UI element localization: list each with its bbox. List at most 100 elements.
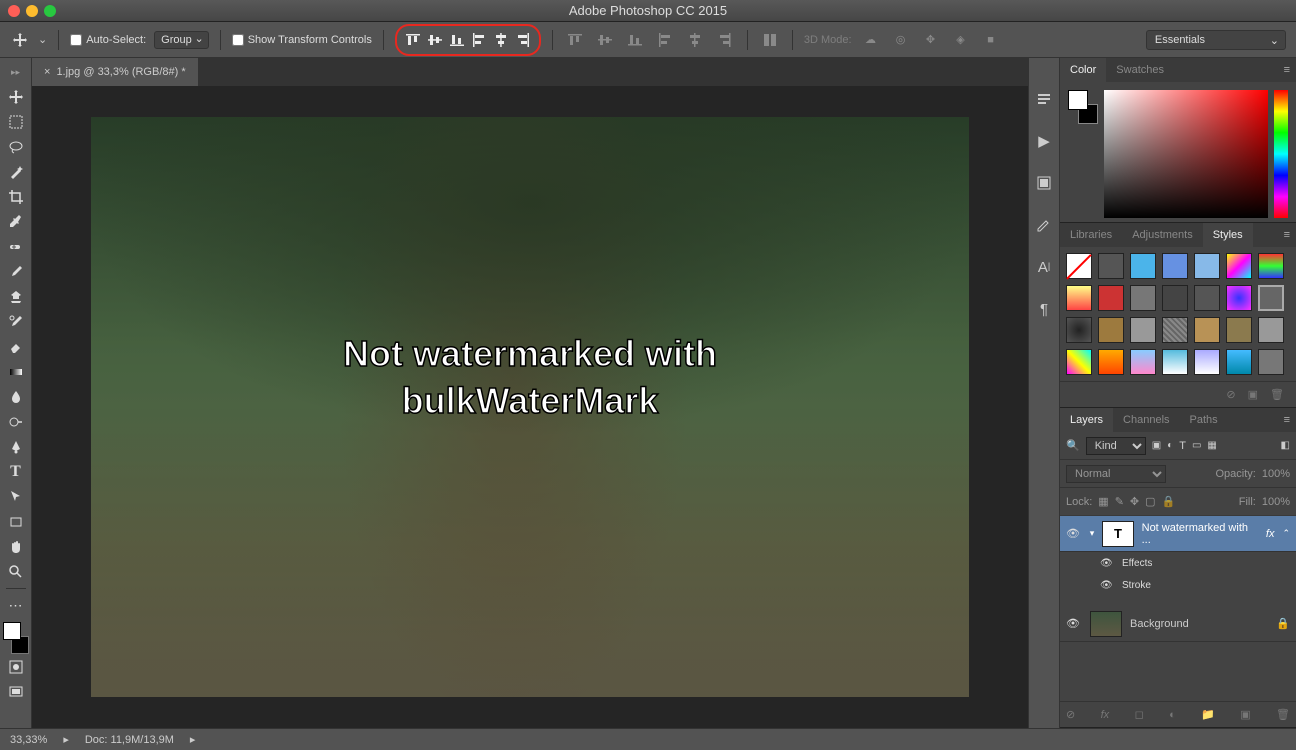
edit-toolbar-button[interactable]: ⋯ [3, 593, 29, 617]
style-swatch[interactable] [1226, 253, 1252, 279]
style-swatch[interactable] [1194, 285, 1220, 311]
blend-mode-select[interactable]: Normal [1066, 465, 1166, 483]
document-size[interactable]: Doc: 11,9M/13,9M [85, 734, 174, 746]
minimize-window-button[interactable] [26, 5, 38, 17]
clone-stamp-tool[interactable] [3, 285, 29, 309]
style-swatch[interactable] [1130, 317, 1156, 343]
toolbox-collapse-icon[interactable]: ▸▸ [3, 60, 29, 84]
layer-thumbnail[interactable] [1090, 611, 1122, 637]
brush-tool[interactable] [3, 260, 29, 284]
color-field[interactable] [1104, 90, 1268, 218]
layer-thumbnail[interactable]: T [1102, 521, 1133, 547]
eraser-tool[interactable] [3, 335, 29, 359]
style-swatch[interactable] [1066, 285, 1092, 311]
blur-tool[interactable] [3, 385, 29, 409]
marquee-tool[interactable] [3, 110, 29, 134]
lock-transparency-icon[interactable]: ▦ [1098, 495, 1108, 508]
filter-type-layer-icon[interactable]: T [1179, 440, 1186, 452]
layer-mask-icon[interactable]: ◻ [1135, 708, 1144, 721]
layer-effects-row[interactable]: 👁 Effects [1060, 552, 1296, 574]
new-layer-icon[interactable]: ▣ [1240, 708, 1250, 721]
color-panel-fg-bg[interactable] [1068, 90, 1098, 124]
align-vertical-centers-button[interactable] [424, 29, 446, 51]
status-expand-icon[interactable]: ▸ [63, 733, 69, 746]
layer-group-icon[interactable]: 📁 [1201, 708, 1215, 721]
style-swatch[interactable] [1162, 253, 1188, 279]
style-swatch[interactable] [1226, 317, 1252, 343]
visibility-toggle-icon[interactable]: 👁 [1066, 617, 1082, 630]
rectangle-tool[interactable] [3, 510, 29, 534]
color-panel-menu-icon[interactable]: ≡ [1278, 58, 1296, 82]
visibility-toggle-icon[interactable]: 👁 [1100, 580, 1116, 591]
lock-pixels-icon[interactable]: ✎ [1115, 495, 1124, 508]
canvas-text-layer[interactable]: Not watermarked with bulkWaterMark [343, 331, 717, 425]
style-swatch[interactable] [1098, 317, 1124, 343]
pen-tool[interactable] [3, 435, 29, 459]
delete-style-icon[interactable]: 🗑 [1270, 388, 1284, 401]
eyedropper-tool[interactable] [3, 210, 29, 234]
style-swatch[interactable] [1162, 285, 1188, 311]
style-swatch[interactable] [1226, 349, 1252, 375]
style-swatch[interactable] [1162, 317, 1188, 343]
style-swatch[interactable] [1258, 349, 1284, 375]
quick-mask-button[interactable] [3, 655, 29, 679]
hue-slider[interactable] [1274, 90, 1288, 218]
adjustment-layer-icon[interactable]: ◐ [1169, 709, 1176, 721]
filter-smart-icon[interactable]: ▦ [1207, 440, 1216, 451]
style-swatch[interactable] [1194, 317, 1220, 343]
auto-select-mode-select[interactable]: Group [154, 31, 209, 49]
no-style-icon[interactable]: ⊘ [1226, 388, 1235, 401]
style-swatch[interactable] [1258, 317, 1284, 343]
lock-artboard-icon[interactable]: ▢ [1145, 495, 1155, 508]
filter-type-icon[interactable]: 🔍 [1066, 439, 1080, 452]
filter-pixel-icon[interactable]: ▣ [1152, 440, 1161, 451]
chevron-down-icon[interactable]: ⌄ [38, 33, 47, 46]
lock-icon[interactable]: 🔒 [1276, 617, 1290, 630]
style-swatch[interactable] [1130, 253, 1156, 279]
opacity-value[interactable]: 100% [1262, 468, 1290, 480]
magic-wand-tool[interactable] [3, 160, 29, 184]
new-style-icon[interactable]: ▣ [1248, 388, 1258, 401]
layer-item-background[interactable]: 👁 Background 🔒 [1060, 606, 1296, 642]
foreground-background-swatch[interactable] [3, 622, 29, 654]
zoom-level[interactable]: 33,33% [10, 734, 47, 746]
lasso-tool[interactable] [3, 135, 29, 159]
style-swatch[interactable] [1066, 317, 1092, 343]
zoom-tool[interactable] [3, 560, 29, 584]
lock-all-icon[interactable]: 🔒 [1162, 495, 1176, 508]
align-bottom-edges-button[interactable] [446, 29, 468, 51]
filter-shape-icon[interactable]: ▭ [1192, 440, 1201, 451]
align-horizontal-centers-button[interactable] [490, 29, 512, 51]
style-swatch[interactable] [1066, 349, 1092, 375]
layers-panel-menu-icon[interactable]: ≡ [1278, 408, 1296, 432]
character-panel-icon[interactable]: A| [1033, 256, 1055, 278]
style-swatch[interactable] [1162, 349, 1188, 375]
auto-select-checkbox[interactable]: Auto-Select: [70, 34, 146, 46]
styles-panel-menu-icon[interactable]: ≡ [1278, 223, 1296, 247]
move-tool[interactable] [3, 85, 29, 109]
lock-position-icon[interactable]: ✥ [1130, 495, 1139, 508]
tab-paths[interactable]: Paths [1180, 408, 1228, 432]
fill-value[interactable]: 100% [1262, 496, 1290, 508]
visibility-toggle-icon[interactable]: 👁 [1066, 527, 1082, 540]
document-tab[interactable]: × 1.jpg @ 33,3% (RGB/8#) * [32, 58, 199, 86]
type-tool[interactable]: T [3, 460, 29, 484]
layer-filter-kind-select[interactable]: Kind [1086, 437, 1146, 455]
gradient-tool[interactable] [3, 360, 29, 384]
layer-fx-icon[interactable]: fx [1101, 709, 1110, 721]
tab-color[interactable]: Color [1060, 58, 1106, 82]
style-swatch[interactable] [1194, 253, 1220, 279]
hand-tool[interactable] [3, 535, 29, 559]
link-layers-icon[interactable]: ⊘ [1066, 708, 1075, 721]
style-swatch[interactable] [1194, 349, 1220, 375]
layer-name[interactable]: Background [1130, 618, 1189, 630]
show-transform-checkbox[interactable]: Show Transform Controls [232, 34, 372, 46]
close-window-button[interactable] [8, 5, 20, 17]
style-swatch[interactable] [1130, 285, 1156, 311]
style-swatch[interactable] [1258, 285, 1284, 311]
healing-brush-tool[interactable] [3, 235, 29, 259]
dodge-tool[interactable] [3, 410, 29, 434]
style-swatch[interactable] [1130, 349, 1156, 375]
tab-swatches[interactable]: Swatches [1106, 58, 1174, 82]
actions-panel-icon[interactable]: ▶ [1033, 130, 1055, 152]
